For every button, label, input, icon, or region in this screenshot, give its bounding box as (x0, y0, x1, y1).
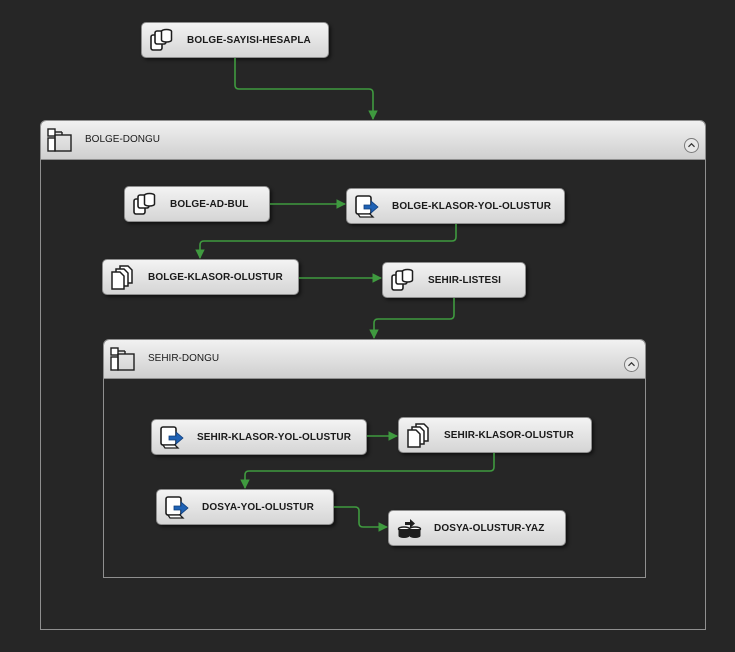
sehir-dongu-label: SEHIR-DONGU (148, 353, 220, 364)
bolge-dongu-label: BOLGE-DONGU (85, 134, 161, 145)
collapse-chevron-icon[interactable] (684, 138, 699, 153)
task-label: DOSYA-OLUSTUR-YAZ (434, 522, 545, 534)
task-sehir-listesi[interactable]: SEHIR-LISTESI (382, 262, 526, 298)
task-label: DOSYA-YOL-OLUSTUR (202, 501, 314, 513)
data-flow-task-icon (396, 515, 422, 541)
control-flow-canvas[interactable]: BOLGE-DONGU SEHIR-DONGU BOLGE-SAYISI-HES… (0, 0, 735, 652)
constraint-bolge-sayisi-to-bolge-dongu[interactable] (234, 58, 378, 120)
execute-sql-task-icon (132, 191, 158, 217)
task-label: BOLGE-AD-BUL (170, 198, 249, 210)
task-dosya-yol-olustur[interactable]: DOSYA-YOL-OLUSTUR (156, 489, 334, 525)
foreach-loop-container-icon (109, 346, 137, 372)
collapse-chevron-icon[interactable] (624, 357, 639, 372)
script-task-icon (354, 193, 380, 219)
file-system-task-icon (110, 264, 136, 290)
task-bolge-klasor-yol-olustur[interactable]: BOLGE-KLASOR-YOL-OLUSTUR (346, 188, 565, 224)
task-bolge-klasor-olustur[interactable]: BOLGE-KLASOR-OLUSTUR (102, 259, 299, 295)
task-label: SEHIR-KLASOR-YOL-OLUSTUR (197, 431, 352, 443)
foreach-loop-container-icon (46, 127, 74, 153)
task-label: SEHIR-KLASOR-OLUSTUR (444, 429, 574, 441)
task-dosya-olustur-yaz[interactable]: DOSYA-OLUSTUR-YAZ (388, 510, 566, 546)
task-label: BOLGE-KLASOR-YOL-OLUSTUR (392, 200, 552, 212)
task-label: SEHIR-LISTESI (428, 274, 501, 286)
task-bolge-sayisi-hesapla[interactable]: BOLGE-SAYISI-HESAPLA (141, 22, 329, 58)
task-sehir-klasor-olustur[interactable]: SEHIR-KLASOR-OLUSTUR (398, 417, 592, 453)
script-task-icon (159, 424, 185, 450)
file-system-task-icon (406, 422, 432, 448)
bolge-dongu-header[interactable]: BOLGE-DONGU (41, 121, 705, 160)
execute-sql-task-icon (149, 27, 175, 53)
script-task-icon (164, 494, 190, 520)
task-sehir-klasor-yol-olustur[interactable]: SEHIR-KLASOR-YOL-OLUSTUR (151, 419, 367, 455)
task-label: BOLGE-KLASOR-OLUSTUR (148, 271, 283, 283)
task-label: BOLGE-SAYISI-HESAPLA (187, 34, 311, 46)
execute-sql-task-icon (390, 267, 416, 293)
sehir-dongu-header[interactable]: SEHIR-DONGU (104, 340, 645, 379)
task-bolge-ad-bul[interactable]: BOLGE-AD-BUL (124, 186, 270, 222)
